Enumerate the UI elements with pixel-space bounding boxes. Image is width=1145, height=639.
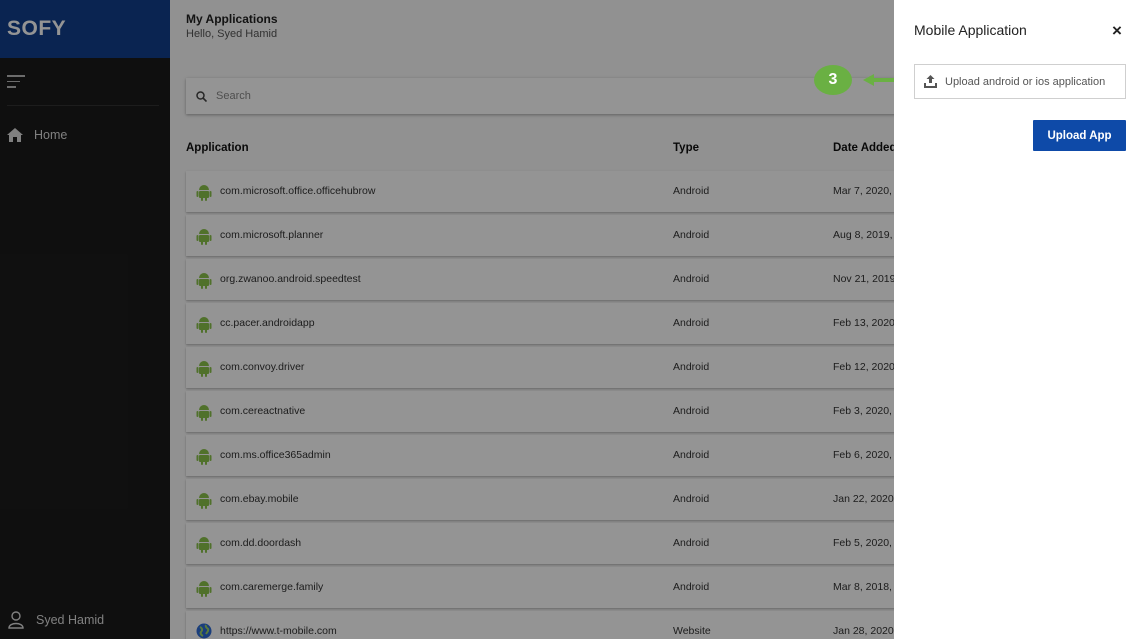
modal-overlay[interactable] [0, 0, 894, 639]
upload-icon [924, 75, 937, 88]
upload-file-field[interactable]: Upload android or ios application [914, 64, 1126, 99]
upload-field-placeholder: Upload android or ios application [945, 75, 1106, 88]
upload-app-button[interactable]: Upload App [1033, 120, 1126, 151]
mobile-application-panel: Mobile Application × Upload android or i… [894, 0, 1145, 639]
step-badge: 3 [814, 65, 852, 95]
close-button[interactable]: × [1112, 22, 1122, 40]
panel-title: Mobile Application [914, 22, 1027, 38]
